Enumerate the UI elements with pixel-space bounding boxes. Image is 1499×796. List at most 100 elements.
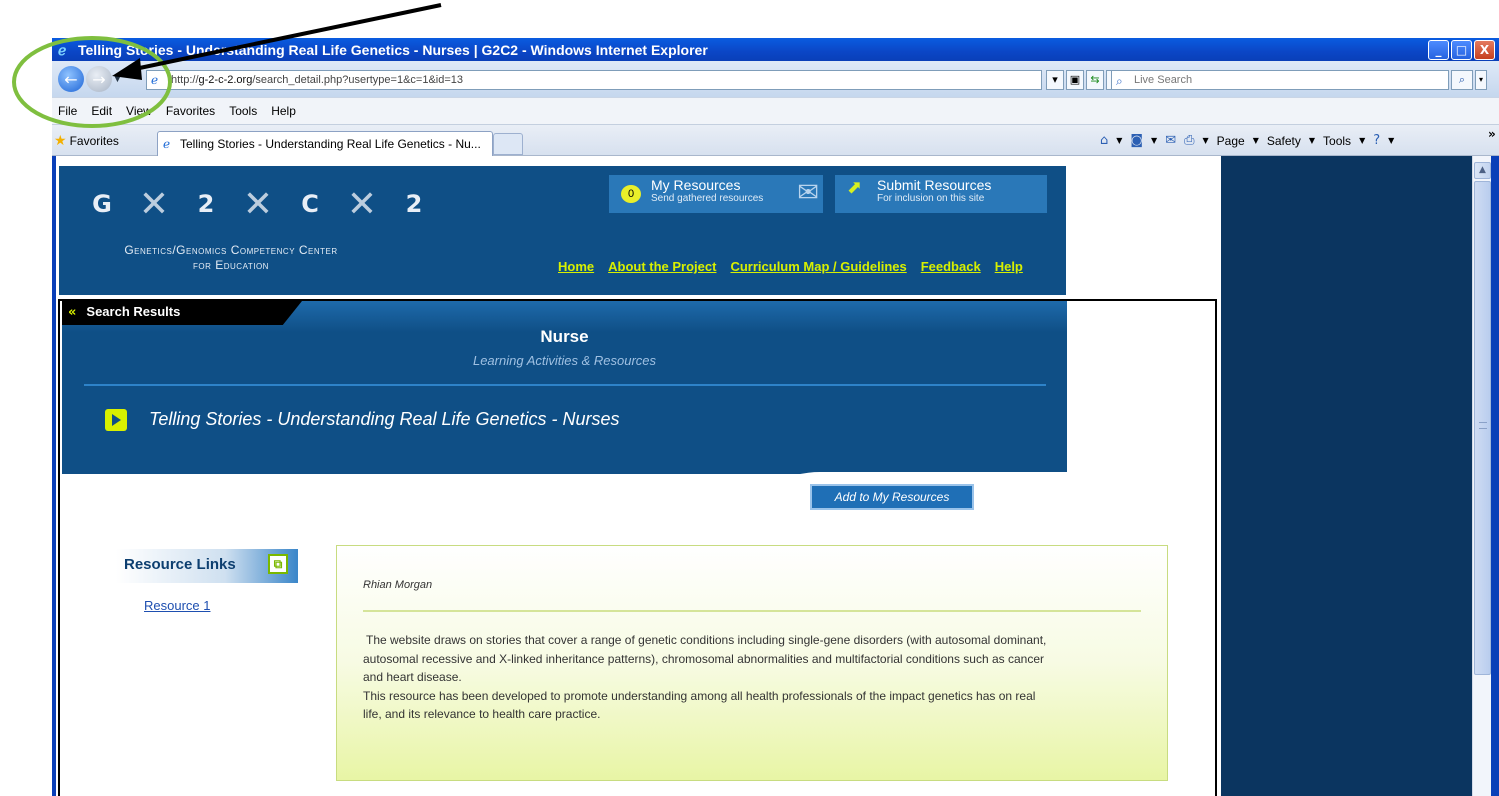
help-icon[interactable]: ? [1373, 133, 1380, 148]
command-tools[interactable]: Tools [1323, 134, 1351, 148]
logo-letter: G [92, 190, 112, 218]
print-icon[interactable]: ⎙ [1184, 133, 1194, 148]
org-name-line1: Genetics/Genomics Competency Center [124, 243, 338, 257]
safety-dropdown-icon: ▼ [1308, 136, 1316, 145]
description-paragraph: The website draws on stories that cover … [363, 633, 1047, 684]
print-dropdown-icon[interactable]: ▼ [1203, 136, 1209, 145]
favorites-label: Favorites [69, 134, 119, 148]
command-page[interactable]: Page [1217, 134, 1245, 148]
home-dropdown-icon[interactable]: ▼ [1116, 136, 1122, 145]
logo-letter: 2 [197, 190, 215, 218]
search-placeholder: Live Search [1134, 74, 1193, 86]
forward-arrow-icon: → [92, 69, 106, 89]
window-right-border [1491, 156, 1499, 796]
search-results-tab[interactable]: « Search Results [62, 301, 302, 325]
resource-banner: « Search Results Nurse Learning Activitie… [62, 301, 1067, 474]
nav-curriculum-map[interactable]: Curriculum Map / Guidelines [730, 259, 906, 274]
ie-logo-icon: ℯ [58, 41, 67, 58]
new-tab-button[interactable] [493, 133, 523, 155]
menu-file[interactable]: File [58, 104, 77, 118]
page-dropdown-icon: ▼ [1252, 136, 1259, 145]
logo-cross-icon: ✕ [346, 183, 378, 225]
search-input[interactable]: ⌕ Live Search [1111, 70, 1449, 90]
screenshot: ℯ Telling Stories - Understanding Real L… [0, 0, 1499, 796]
nav-feedback[interactable]: Feedback [921, 259, 981, 274]
window-controls: _ □ X [1428, 40, 1495, 60]
favorites-tab-bar: ★ Favorites ℯ Telling Stories - Understa… [52, 124, 1499, 157]
maximize-button[interactable]: □ [1451, 40, 1472, 60]
banner-subtitle: Learning Activities & Resources [472, 353, 657, 368]
play-arrow-icon [105, 409, 127, 431]
favorites-star-icon: ★ [54, 133, 67, 149]
menu-bar: File Edit View Favorites Tools Help [52, 97, 1499, 124]
description-divider [363, 610, 1141, 612]
feeds-dropdown-icon[interactable]: ▼ [1151, 136, 1157, 145]
banner-divider [84, 384, 1046, 386]
my-resources-button[interactable]: 0 My Resources Send gathered resources ✉ [609, 175, 823, 213]
nav-about[interactable]: About the Project [608, 259, 716, 274]
resource-links-heading: Resource Links ⧉ [116, 549, 298, 583]
compatibility-icon[interactable]: ▣ [1066, 70, 1084, 90]
double-chevron-left-icon: « [68, 305, 77, 320]
window-title: Telling Stories - Understanding Real Lif… [78, 41, 708, 58]
menu-tools[interactable]: Tools [229, 104, 257, 118]
external-link-icon: ⬈ [847, 177, 863, 198]
search-icon: ⌕ [1116, 74, 1123, 88]
web-page: G ✕ 2 ✕ C ✕ 2 Genetics/Genomics Competen… [56, 156, 1472, 796]
main-content: « Search Results Nurse Learning Activitie… [58, 299, 1217, 796]
org-name: Genetics/Genomics Competency Center for … [81, 243, 381, 273]
logo-cross-icon: ✕ [138, 183, 170, 225]
search-go-button[interactable]: ⌕ [1451, 70, 1473, 90]
scroll-up-icon[interactable]: ▲ [1474, 162, 1491, 179]
mail-icon[interactable]: ✉ [1165, 133, 1176, 148]
window-title-bar: ℯ Telling Stories - Understanding Real L… [52, 38, 1499, 61]
page-right-background [1221, 156, 1472, 796]
menu-favorites[interactable]: Favorites [166, 104, 215, 118]
menu-view[interactable]: View [126, 104, 152, 118]
nav-help[interactable]: Help [995, 259, 1023, 274]
refresh-icon[interactable]: ⇆ [1086, 70, 1104, 90]
description-panel: Rhian Morgan The website draws on storie… [336, 545, 1168, 781]
menu-edit[interactable]: Edit [91, 104, 112, 118]
scroll-grip-icon [1479, 422, 1487, 429]
submit-resources-subtitle: For inclusion on this site [877, 193, 985, 204]
description-text: The website draws on stories that cover … [363, 631, 1053, 724]
address-dropdown-icon[interactable]: ▾ [1046, 70, 1064, 90]
favorites-button[interactable]: ★ Favorites [54, 133, 119, 149]
new-window-icon: ⧉ [268, 554, 288, 574]
forward-button[interactable]: → [86, 66, 112, 92]
back-arrow-icon: ← [64, 69, 78, 89]
command-safety[interactable]: Safety [1267, 134, 1301, 148]
address-input[interactable]: ℯ http://g-2-c-2.org/search_detail.php?u… [146, 70, 1042, 90]
nav-home[interactable]: Home [558, 259, 594, 274]
description-paragraph: This resource has been developed to prom… [363, 688, 1036, 722]
home-icon[interactable]: ⌂ [1100, 133, 1108, 148]
logo-cross-icon: ✕ [242, 183, 274, 225]
search-options-icon[interactable]: ▾ [1475, 70, 1487, 90]
site-header: G ✕ 2 ✕ C ✕ 2 Genetics/Genomics Competen… [59, 166, 1066, 295]
browser-tab[interactable]: ℯ Telling Stories - Understanding Real L… [157, 131, 493, 157]
feeds-icon[interactable]: ◙ [1130, 133, 1143, 148]
close-button[interactable]: X [1474, 40, 1495, 60]
envelope-icon: ✉ [797, 178, 819, 208]
menu-help[interactable]: Help [271, 104, 296, 118]
g2c2-logo[interactable]: G ✕ 2 ✕ C ✕ 2 [73, 183, 443, 225]
submit-resources-button[interactable]: ⬈ Submit Resources For inclusion on this… [835, 175, 1047, 213]
url-prefix: http:// [171, 74, 199, 86]
logo-letter: 2 [405, 190, 423, 218]
history-dropdown-icon[interactable]: ▼ [114, 74, 121, 84]
scroll-thumb[interactable] [1474, 181, 1491, 675]
command-bar: ⌂ ▼ ◙ ▼ ✉ ⎙ ▼ Page ▼ Safety ▼ Tools ▼ ? ▼ [1100, 133, 1394, 148]
resource-count-badge: 0 [621, 185, 641, 203]
logo-letter: C [301, 190, 319, 218]
url-domain: g-2-c-2.org [198, 74, 253, 86]
tab-label: Telling Stories - Understanding Real Lif… [180, 137, 481, 151]
banner-title: Nurse [540, 327, 589, 346]
resource-link-1[interactable]: Resource 1 [144, 598, 210, 613]
page-favicon-icon: ℯ [151, 73, 159, 87]
vertical-scrollbar[interactable]: ▲ [1472, 156, 1491, 796]
add-to-my-resources-button[interactable]: Add to My Resources [810, 484, 974, 510]
back-button[interactable]: ← [58, 66, 84, 92]
overflow-chevron-icon[interactable]: » [1488, 127, 1496, 141]
minimize-button[interactable]: _ [1428, 40, 1449, 60]
